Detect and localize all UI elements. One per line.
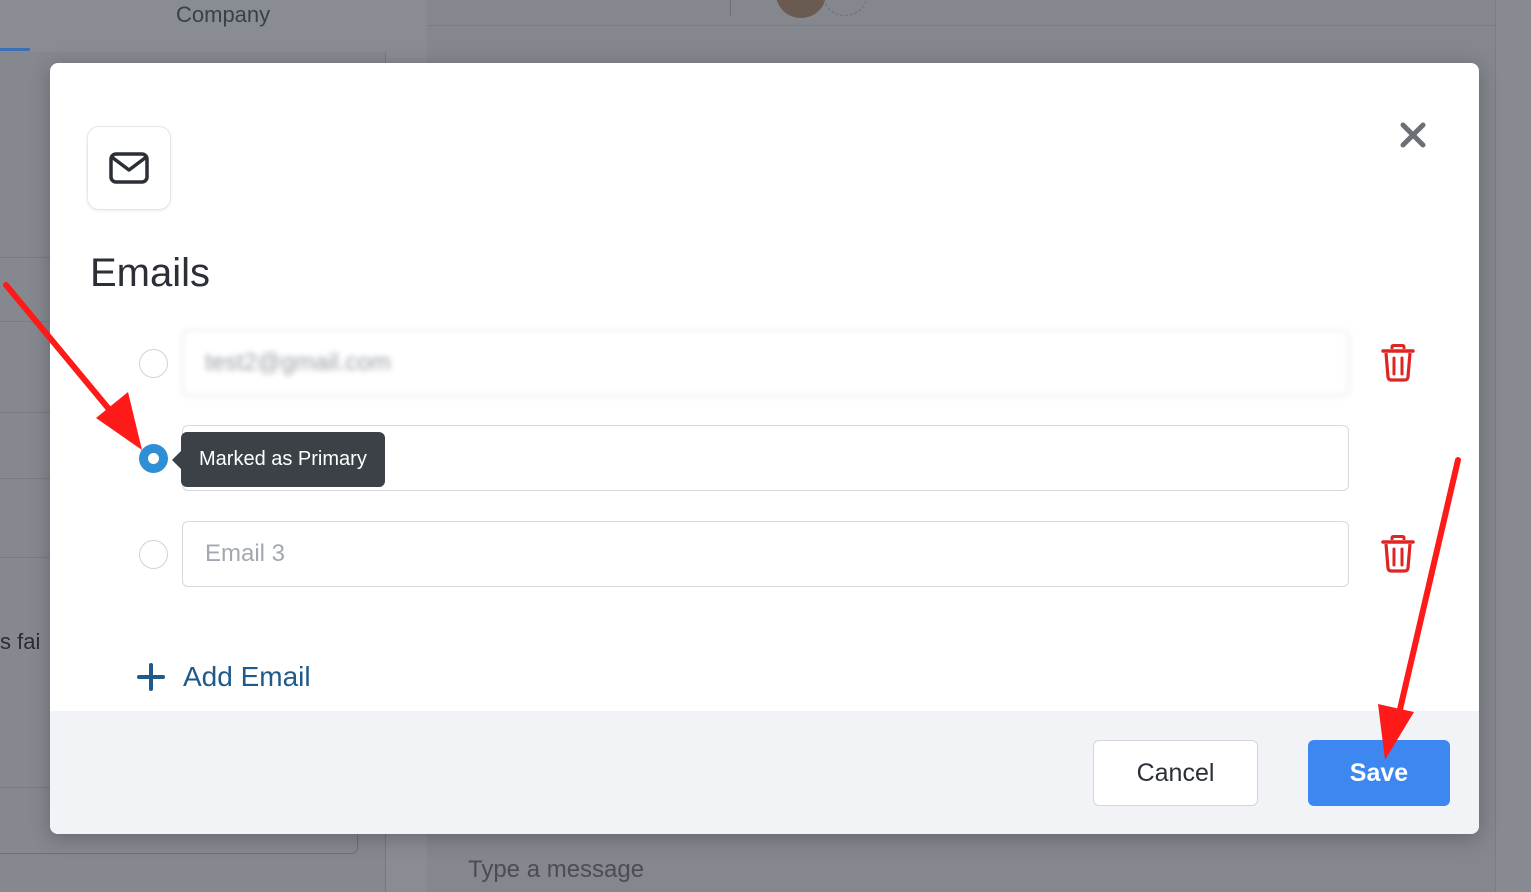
background-divider bbox=[730, 0, 731, 16]
background-topbar bbox=[427, 0, 1495, 26]
message-input-placeholder: Type a message bbox=[468, 856, 645, 883]
primary-radio-1[interactable] bbox=[139, 349, 168, 378]
background-snippet: s fai bbox=[0, 629, 41, 654]
modal-title: Emails bbox=[90, 251, 211, 295]
primary-radio-2[interactable] bbox=[139, 444, 168, 473]
email-row-3 bbox=[50, 521, 1479, 587]
email-row-1 bbox=[50, 330, 1479, 396]
background-right-panel bbox=[1495, 0, 1531, 892]
trash-icon[interactable] bbox=[1381, 344, 1415, 382]
primary-radio-3[interactable] bbox=[139, 540, 168, 569]
trash-icon[interactable] bbox=[1381, 535, 1415, 573]
modal-footer: Cancel Save bbox=[50, 711, 1479, 834]
add-email-button[interactable]: Add Email bbox=[137, 661, 311, 693]
emails-modal: Emails Marked as Primary bbox=[50, 63, 1479, 834]
add-email-label: Add Email bbox=[183, 661, 311, 692]
plus-icon bbox=[137, 663, 165, 691]
modal-icon-container bbox=[87, 126, 171, 210]
close-button[interactable] bbox=[1396, 118, 1430, 152]
close-icon bbox=[1400, 122, 1426, 148]
email-input-3[interactable] bbox=[182, 521, 1349, 587]
email-input-1[interactable] bbox=[182, 330, 1349, 396]
save-button[interactable]: Save bbox=[1308, 740, 1450, 806]
primary-tooltip: Marked as Primary bbox=[172, 432, 385, 487]
background-tab-company: Company bbox=[176, 2, 271, 27]
envelope-icon bbox=[109, 152, 149, 184]
cancel-button[interactable]: Cancel bbox=[1093, 740, 1258, 806]
background-tab-indicator bbox=[0, 48, 30, 51]
